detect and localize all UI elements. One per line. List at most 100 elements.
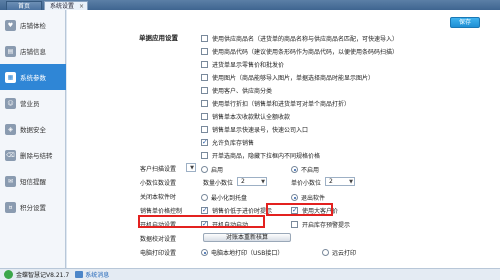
option-quick-entry[interactable]: 销售单显示快速录号，快速公司入口 (201, 125, 308, 134)
shield-icon: ◈ (5, 123, 16, 135)
sidebar-item-label: 数据安全 (20, 126, 46, 134)
option-show-prices[interactable]: 进货单显示零售价和批发价 (201, 60, 284, 69)
checkbox[interactable] (201, 61, 208, 68)
app-logo-icon (4, 270, 13, 279)
message-icon: ✉ (5, 175, 16, 187)
system-message-link[interactable]: 系统消息 (75, 270, 109, 279)
option-label: 远云打印 (332, 250, 357, 257)
tab-system-settings-label: 系统设置 (50, 3, 75, 10)
chevron-down-icon: ▼ (190, 165, 194, 171)
tab-bar: 首页 系统设置 × (0, 0, 500, 10)
sidebar-item-data-security[interactable]: ◈ 数据安全 (0, 116, 66, 142)
option-label: 电脑本地打印（USB接口） (211, 250, 284, 257)
data-check-label: 数据校对设置 (140, 236, 177, 243)
qty-decimals-value: 2 (241, 178, 245, 185)
chevron-down-icon: ▼ (349, 179, 353, 185)
section-title: 单据应用设置 (139, 34, 178, 42)
sidebar-item-store-checkup[interactable]: ♥ 店铺体检 (0, 12, 66, 38)
qty-decimals-select[interactable]: 2 ▼ (237, 177, 267, 186)
price-decimals-select[interactable]: 2 ▼ (325, 177, 355, 186)
customer-scan-label: 客户扫描设置 (140, 166, 177, 173)
chevron-down-icon: ▼ (261, 179, 265, 185)
coin-icon: ¤ (5, 201, 16, 213)
sidebar-item-label: 短信提醒 (20, 178, 46, 186)
radio[interactable] (201, 194, 208, 201)
save-button[interactable]: 保存 (450, 17, 480, 28)
checkbox[interactable] (201, 100, 208, 107)
shutdown-exit[interactable]: 退出软件 (291, 193, 325, 202)
customer-scan-disable[interactable]: 不启用 (291, 165, 319, 174)
recalculate-ledger-button[interactable]: 对账本重新核算 (203, 233, 291, 242)
sidebar-item-label: 积分设置 (20, 204, 46, 212)
price-control-warn[interactable]: 销售价低于进价时提示 (201, 206, 272, 215)
radio[interactable] (322, 249, 329, 256)
shutdown-minimize[interactable]: 最小化到托盘 (201, 193, 247, 202)
customer-scan-enable[interactable]: 启用 (201, 165, 223, 174)
sidebar-item-delete-carryover[interactable]: ⌫ 删除与结转 (0, 142, 66, 168)
option-label: 销售价低于进价时提示 (212, 208, 273, 215)
shutdown-label: 关闭本软件时 (140, 194, 177, 201)
tab-home[interactable]: 首页 (6, 1, 42, 10)
system-message-label: 系统消息 (85, 272, 110, 279)
checkbox[interactable] (201, 138, 208, 146)
checkbox[interactable] (201, 87, 208, 94)
option-full-payment[interactable]: 销售单本次收款默认全额收款 (201, 112, 290, 121)
heartbeat-icon: ♥ (5, 19, 16, 31)
sidebar-item-salesperson[interactable]: ☺ 营业员 (0, 90, 66, 116)
message-icon (75, 271, 84, 278)
option-use-images[interactable]: 使用图片（商品能够导入图片，单据选择商品时能显示图片） (201, 73, 374, 82)
checkbox[interactable] (201, 206, 208, 214)
option-line-discount[interactable]: 使用单行折扣（销售单和进货单可对单个商品打折） (201, 99, 350, 108)
sidebar-item-label: 店铺信息 (20, 48, 46, 56)
option-supplier-name[interactable]: 使用供应商品名（进货单的商品名称与供应商品名匹配，可快速导入） (201, 34, 398, 43)
qty-decimals-label: 数量小数位 (203, 180, 234, 187)
option-label: 使用图片（商品能够导入图片，单据选择商品时能显示图片） (212, 75, 375, 82)
price-decimals-value: 2 (329, 178, 333, 185)
option-hide-spec-price[interactable]: 开单选商品，隐藏下拉框内不同规格价格 (201, 151, 320, 160)
checkbox[interactable] (291, 221, 298, 228)
checkbox[interactable] (201, 152, 208, 159)
sidebar-item-store-info[interactable]: ▤ 店铺信息 (0, 38, 66, 64)
option-product-code[interactable]: 使用商品代码（建议使用条形码作为商品代码，以便使用条码码扫描） (201, 47, 398, 56)
annotation-highlight-startup-checkbox (266, 203, 333, 216)
price-decimals-label: 单价小数位 (291, 180, 322, 187)
option-label: 使用单行折扣（销售单和进货单可对单个商品打折） (212, 101, 351, 108)
option-label: 开单选商品，隐藏下拉框内不同规格价格 (212, 153, 321, 160)
sidebar-item-label: 营业员 (20, 100, 40, 108)
option-label: 允许负库存销售 (212, 140, 255, 147)
startup-stock-alert[interactable]: 开启库存预警提示 (291, 220, 350, 229)
radio[interactable] (201, 249, 208, 256)
option-label: 不启用 (301, 167, 320, 174)
radio[interactable] (291, 166, 298, 173)
settings-panel: 保存 单据应用设置 使用供应商品名（进货单的商品名称与供应商品名匹配，可快速导入… (67, 10, 500, 268)
option-label: 销售单显示快速录号，快速公司入口 (212, 127, 309, 134)
sidebar-item-system-params[interactable]: ▦ 系统参数 (0, 64, 66, 90)
sidebar: ♥ 店铺体检 ▤ 店铺信息 ▦ 系统参数 ☺ 营业员 ◈ 数据安全 ⌫ 删除与结… (0, 10, 66, 268)
sidebar-item-points-settings[interactable]: ¤ 积分设置 (0, 194, 66, 220)
checkbox[interactable] (201, 35, 208, 42)
annotation-highlight-startup (138, 215, 265, 228)
sidebar-item-label: 店铺体检 (20, 22, 46, 30)
user-icon: ☺ (5, 97, 16, 109)
checkbox[interactable] (201, 48, 208, 55)
printing-label: 电脑打印设置 (140, 250, 177, 257)
radio[interactable] (291, 194, 298, 201)
checkbox[interactable] (201, 113, 208, 120)
price-control-label: 销售单价格控制 (140, 208, 183, 215)
trash-icon: ⌫ (5, 149, 16, 161)
printing-local[interactable]: 电脑本地打印（USB接口） (201, 248, 283, 257)
radio[interactable] (201, 166, 208, 173)
option-categories[interactable]: 使用客户、供应商分类 (201, 86, 272, 95)
sidebar-item-sms-reminder[interactable]: ✉ 短信提醒 (0, 168, 66, 194)
status-bar: 金蝶智慧记V8.21.7 系统消息 (0, 268, 500, 280)
tab-system-settings[interactable]: 系统设置 × (44, 1, 88, 10)
option-label: 启用 (211, 167, 224, 174)
option-label: 销售单本次收款默认全额收款 (212, 114, 291, 121)
checkbox[interactable] (201, 126, 208, 133)
customer-scan-dropdown[interactable]: ▼ (186, 163, 196, 172)
checkbox[interactable] (201, 74, 208, 81)
document-icon: ▤ (5, 45, 16, 57)
decimals-label: 小数位数设置 (140, 180, 177, 187)
option-negative-stock[interactable]: 允许负库存销售 (201, 138, 254, 147)
printing-cloud[interactable]: 远云打印 (322, 248, 356, 257)
